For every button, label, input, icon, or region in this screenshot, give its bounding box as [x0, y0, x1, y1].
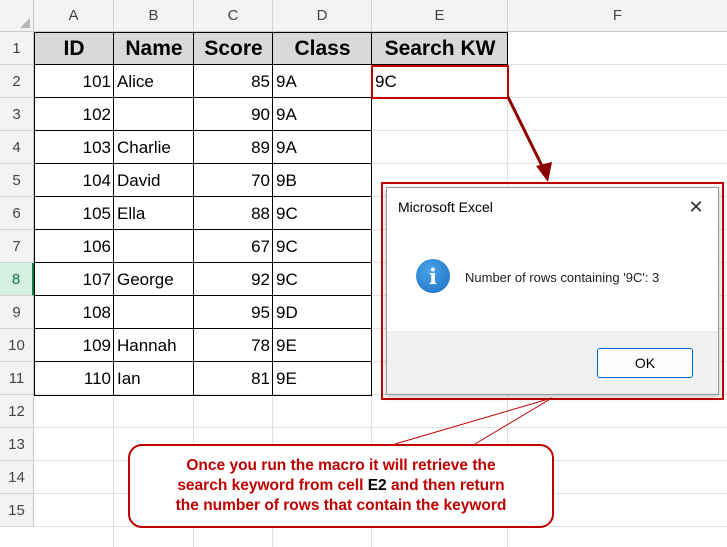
row-header-4[interactable]: 4: [0, 131, 34, 164]
cell-class[interactable]: 9A: [273, 98, 372, 131]
cell-name[interactable]: [114, 98, 194, 131]
cell-id[interactable]: 103: [34, 131, 114, 164]
callout-line-1: Once you run the macro it will retrieve …: [186, 457, 496, 474]
cell-class[interactable]: 9C: [273, 230, 372, 263]
row-header-3[interactable]: 3: [0, 98, 34, 131]
row-header-6[interactable]: 6: [0, 197, 34, 230]
message-box: Microsoft Excel ✕ i Number of rows conta…: [386, 187, 719, 395]
cell-class[interactable]: 9C: [273, 197, 372, 230]
cell-class[interactable]: 9A: [273, 65, 372, 98]
cell-score[interactable]: 85: [194, 65, 273, 98]
table-border: [34, 130, 372, 131]
callout-line-2-prefix: search keyword from cell: [177, 477, 368, 494]
cell-name[interactable]: George: [114, 263, 194, 296]
close-icon[interactable]: ✕: [674, 188, 718, 226]
cell-name[interactable]: [114, 296, 194, 329]
cell-score[interactable]: 78: [194, 329, 273, 362]
header-cell-name[interactable]: Name: [114, 32, 194, 65]
header-cell-class[interactable]: Class: [273, 32, 372, 65]
table-border: [34, 229, 372, 230]
cell-class[interactable]: 9E: [273, 329, 372, 362]
row-header-14[interactable]: 14: [0, 461, 34, 494]
column-header-d[interactable]: D: [273, 0, 372, 32]
cell-score[interactable]: 90: [194, 98, 273, 131]
cell-name[interactable]: Ella: [114, 197, 194, 230]
row-header-2[interactable]: 2: [0, 65, 34, 98]
cell-class[interactable]: 9D: [273, 296, 372, 329]
column-header-f[interactable]: F: [508, 0, 727, 32]
row-header-9[interactable]: 9: [0, 296, 34, 329]
row-header-12[interactable]: 12: [0, 395, 34, 428]
callout-cell-ref: E2: [367, 477, 387, 494]
cell-name[interactable]: Charlie: [114, 131, 194, 164]
table-border: [193, 32, 194, 396]
column-header-e[interactable]: E: [372, 0, 508, 32]
header-cell-score[interactable]: Score: [194, 32, 273, 65]
row-header-8[interactable]: 8: [0, 263, 34, 296]
dialog-body: i Number of rows containing '9C': 3: [387, 226, 718, 331]
gridline: [34, 427, 727, 428]
cell-class[interactable]: 9B: [273, 164, 372, 197]
cell-name[interactable]: Alice: [114, 65, 194, 98]
cell-id[interactable]: 108: [34, 296, 114, 329]
header-cell-id[interactable]: ID: [34, 32, 114, 65]
cell-id[interactable]: 104: [34, 164, 114, 197]
cell-id[interactable]: 110: [34, 362, 114, 395]
cell-name[interactable]: David: [114, 164, 194, 197]
table-border: [34, 262, 372, 263]
callout-line-3: the number of rows that contain the keyw…: [175, 497, 507, 514]
cell-score[interactable]: 70: [194, 164, 273, 197]
explanation-callout: Once you run the macro it will retrieve …: [128, 444, 554, 528]
cell-name[interactable]: [114, 230, 194, 263]
row-header-11[interactable]: 11: [0, 362, 34, 395]
row-header-7[interactable]: 7: [0, 230, 34, 263]
column-header-a[interactable]: A: [34, 0, 114, 32]
cell-class[interactable]: 9A: [273, 131, 372, 164]
table-border: [34, 361, 372, 362]
callout-text: Once you run the macro it will retrieve …: [176, 456, 507, 516]
column-header-c[interactable]: C: [194, 0, 273, 32]
table-border: [34, 328, 372, 329]
ok-button[interactable]: OK: [597, 348, 693, 378]
dialog-title: Microsoft Excel: [398, 199, 493, 215]
column-header-b[interactable]: B: [114, 0, 194, 32]
cell-score[interactable]: 92: [194, 263, 273, 296]
row-header-5[interactable]: 5: [0, 164, 34, 197]
dialog-message: Number of rows containing '9C': 3: [465, 270, 660, 285]
cell-score[interactable]: 88: [194, 197, 273, 230]
cell-id[interactable]: 102: [34, 98, 114, 131]
cell-id[interactable]: 106: [34, 230, 114, 263]
select-all-corner[interactable]: [0, 0, 34, 32]
cell-score[interactable]: 67: [194, 230, 273, 263]
table-border: [113, 32, 114, 396]
cell-name[interactable]: Ian: [114, 362, 194, 395]
cell-score[interactable]: 89: [194, 131, 273, 164]
table-border: [34, 64, 372, 65]
row-header-13[interactable]: 13: [0, 428, 34, 461]
cell-id[interactable]: 105: [34, 197, 114, 230]
callout-line-2-suffix: and then return: [386, 477, 505, 494]
cell-id[interactable]: 101: [34, 65, 114, 98]
search-keyword-highlight: [371, 65, 509, 99]
table-border: [34, 196, 372, 197]
cell-id[interactable]: 107: [34, 263, 114, 296]
cell-id[interactable]: 109: [34, 329, 114, 362]
cell-name[interactable]: Hannah: [114, 329, 194, 362]
row-header-1[interactable]: 1: [0, 32, 34, 65]
table-border: [272, 32, 273, 396]
table-border: [34, 295, 372, 296]
info-icon: i: [416, 259, 450, 293]
cell-score[interactable]: 81: [194, 362, 273, 395]
dialog-footer: OK: [387, 331, 718, 394]
table-border: [34, 97, 372, 98]
header-cell-search-kw[interactable]: Search KW: [372, 32, 508, 65]
cell-class[interactable]: 9C: [273, 263, 372, 296]
row-header-15[interactable]: 15: [0, 494, 34, 527]
cell-class[interactable]: 9E: [273, 362, 372, 395]
row-header-10[interactable]: 10: [0, 329, 34, 362]
table-border: [34, 163, 372, 164]
cell-score[interactable]: 95: [194, 296, 273, 329]
